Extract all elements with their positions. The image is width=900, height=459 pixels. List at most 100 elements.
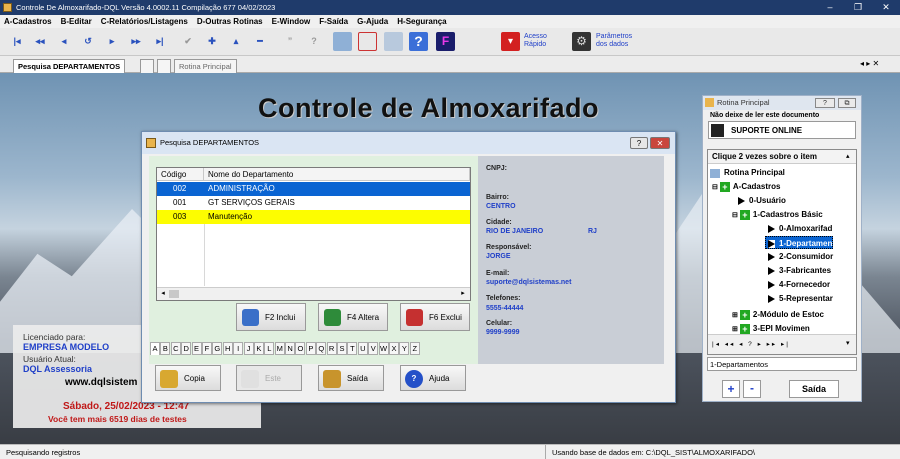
rotina-help-button[interactable]: ? <box>815 98 835 108</box>
tree-scroll-down-icon[interactable]: ▾ <box>846 339 850 347</box>
menu-editar[interactable]: B-Editar <box>61 17 92 26</box>
maximize-button[interactable]: ❐ <box>844 0 872 15</box>
tree-item-usuario[interactable]: 0-Usuário <box>738 194 786 207</box>
menu-saida[interactable]: F-Saída <box>319 17 348 26</box>
scroll-right-icon[interactable]: ▸ <box>458 289 468 299</box>
tab-icon-2[interactable] <box>157 59 171 73</box>
minimize-button[interactable]: – <box>816 0 844 15</box>
letter-tab[interactable]: A <box>150 342 160 355</box>
alter-button[interactable]: F4 Altera <box>318 303 388 331</box>
exclude-button[interactable]: F6 Exclui <box>400 303 470 331</box>
letter-tab[interactable]: T <box>347 342 358 355</box>
tree-scroll-up-icon[interactable]: ▴ <box>846 152 850 160</box>
letter-tab[interactable]: L <box>264 342 275 355</box>
letter-tab[interactable]: F <box>201 342 212 355</box>
horizontal-scrollbar[interactable]: ◂ ▸ <box>157 287 470 300</box>
menu-ajuda[interactable]: G-Ajuda <box>357 17 388 26</box>
next-record-icon[interactable]: ▸ <box>105 34 119 48</box>
gear-icon[interactable]: ⚙ <box>572 32 591 51</box>
letter-tab[interactable]: M <box>274 342 285 355</box>
tree-item-fornecedores[interactable]: 4-Fornecedor <box>768 278 830 291</box>
rotina-exit-button[interactable]: Saída <box>789 380 839 398</box>
delete-icon[interactable]: ━ <box>253 34 267 48</box>
letter-tab[interactable]: Z <box>409 342 420 355</box>
help-book-icon[interactable]: ? <box>409 32 428 51</box>
tab-rotina-principal[interactable]: Rotina Principal <box>174 59 237 73</box>
calendar-icon[interactable] <box>333 32 352 51</box>
expand-button[interactable]: + <box>722 380 740 398</box>
menu-cadastros[interactable]: A-Cadastros <box>4 17 52 26</box>
letter-tab[interactable]: K <box>253 342 264 355</box>
prev-record-icon[interactable]: ◂ <box>57 34 71 48</box>
help-button[interactable]: ? Ajuda <box>400 365 466 391</box>
letter-tab[interactable]: D <box>181 342 192 355</box>
letter-tab[interactable]: C <box>170 342 181 355</box>
letter-tab[interactable]: O <box>295 342 306 355</box>
letter-tab[interactable]: Q <box>316 342 327 355</box>
table-row[interactable]: 001 GT SERVIÇOS GERAIS <box>157 196 470 210</box>
col-header-codigo[interactable]: Código <box>157 168 204 181</box>
menu-outras-rotinas[interactable]: D-Outras Rotinas <box>197 17 263 26</box>
dialog-close-button[interactable]: ✕ <box>650 137 670 149</box>
letter-tab[interactable]: V <box>368 342 379 355</box>
letter-tab[interactable]: B <box>160 342 171 355</box>
letter-tab[interactable]: X <box>388 342 399 355</box>
letter-tab[interactable]: U <box>357 342 368 355</box>
this-button[interactable]: Este <box>236 365 302 391</box>
letter-tab[interactable]: Y <box>399 342 410 355</box>
tree-nav-buttons[interactable]: |◂ ◂◂ ◂ ? ▸ ▸▸ ▸| <box>712 340 790 348</box>
close-button[interactable]: ✕ <box>872 0 900 15</box>
tree-item-cadastros-basicos[interactable]: ⊟ +1-Cadastros Básic <box>732 208 823 221</box>
tab-pesquisa-departamentos[interactable]: Pesquisa DEPARTAMENTOS <box>13 59 126 73</box>
letter-tab[interactable]: J <box>243 342 254 355</box>
menu-relatorios[interactable]: C-Relatórios/Listagens <box>101 17 188 26</box>
quote-icon[interactable]: ” <box>283 34 297 48</box>
next-page-icon[interactable]: ▸▸ <box>129 34 143 48</box>
tree-item-departamentos[interactable]: 1-Departamen <box>765 236 834 249</box>
scroll-thumb[interactable] <box>169 290 179 298</box>
quick-access-icon[interactable]: ▾ <box>501 32 520 51</box>
tab-icon-1[interactable] <box>140 59 154 73</box>
letter-tab[interactable]: H <box>222 342 233 355</box>
rotina-restore-button[interactable]: ⧉ <box>838 98 856 108</box>
help-question-icon[interactable]: ? <box>307 34 321 48</box>
firstaid-icon[interactable] <box>358 32 377 51</box>
menu-seguranca[interactable]: H-Segurança <box>397 17 446 26</box>
parameters-label[interactable]: Parâmetros dos dados <box>596 33 632 49</box>
prev-page-icon[interactable]: ◂◂ <box>33 34 47 48</box>
include-button[interactable]: F2 Inclui <box>236 303 306 331</box>
f-app-icon[interactable]: F <box>436 32 455 51</box>
dialog-help-button[interactable]: ? <box>630 137 648 149</box>
menu-window[interactable]: E-Window <box>272 17 311 26</box>
tab-scroll-icons[interactable]: ◂ ▸ ✕ <box>860 59 879 68</box>
refresh-icon[interactable]: ↺ <box>81 34 95 48</box>
collapse-button[interactable]: - <box>743 380 761 398</box>
edit-icon[interactable]: ▴ <box>229 34 243 48</box>
letter-tab[interactable]: N <box>285 342 296 355</box>
quick-access-label[interactable]: Acesso Rápido <box>524 33 547 49</box>
tools-icon[interactable] <box>384 32 403 51</box>
letter-tab[interactable]: S <box>337 342 348 355</box>
letter-tab[interactable]: P <box>305 342 316 355</box>
tree-item-almoxarifado[interactable]: 0-Almoxarifad <box>768 222 832 235</box>
insert-icon[interactable]: ✚ <box>205 34 219 48</box>
copy-button[interactable]: Copia <box>155 365 221 391</box>
tree-item-representantes[interactable]: 5-Representar <box>768 292 833 305</box>
tree-item-cadastros[interactable]: ⊟ + A-Cadastros <box>712 180 780 193</box>
letter-tab[interactable]: W <box>378 342 389 355</box>
first-record-icon[interactable]: |◂ <box>10 34 24 48</box>
tree-item-fabricantes[interactable]: 3-Fabricantes <box>768 264 831 277</box>
support-online-button[interactable]: SUPORTE ONLINE <box>708 121 856 139</box>
col-header-nome[interactable]: Nome do Departamento <box>204 168 470 181</box>
table-row[interactable]: 002 ADMINISTRAÇÃO <box>157 182 470 196</box>
tree-item-rotina-principal[interactable]: Rotina Principal <box>710 166 785 179</box>
selected-item-field[interactable]: 1-Departamentos <box>707 357 857 371</box>
letter-tab[interactable]: G <box>212 342 223 355</box>
letter-tab[interactable]: I <box>233 342 244 355</box>
tree-item-consumidores[interactable]: 2-Consumidor <box>768 250 833 263</box>
last-record-icon[interactable]: ▸| <box>153 34 167 48</box>
exit-button[interactable]: Saída <box>318 365 384 391</box>
table-row[interactable]: 003 Manutenção <box>157 210 470 224</box>
confirm-icon[interactable]: ✔ <box>181 34 195 48</box>
letter-tab[interactable]: R <box>326 342 337 355</box>
